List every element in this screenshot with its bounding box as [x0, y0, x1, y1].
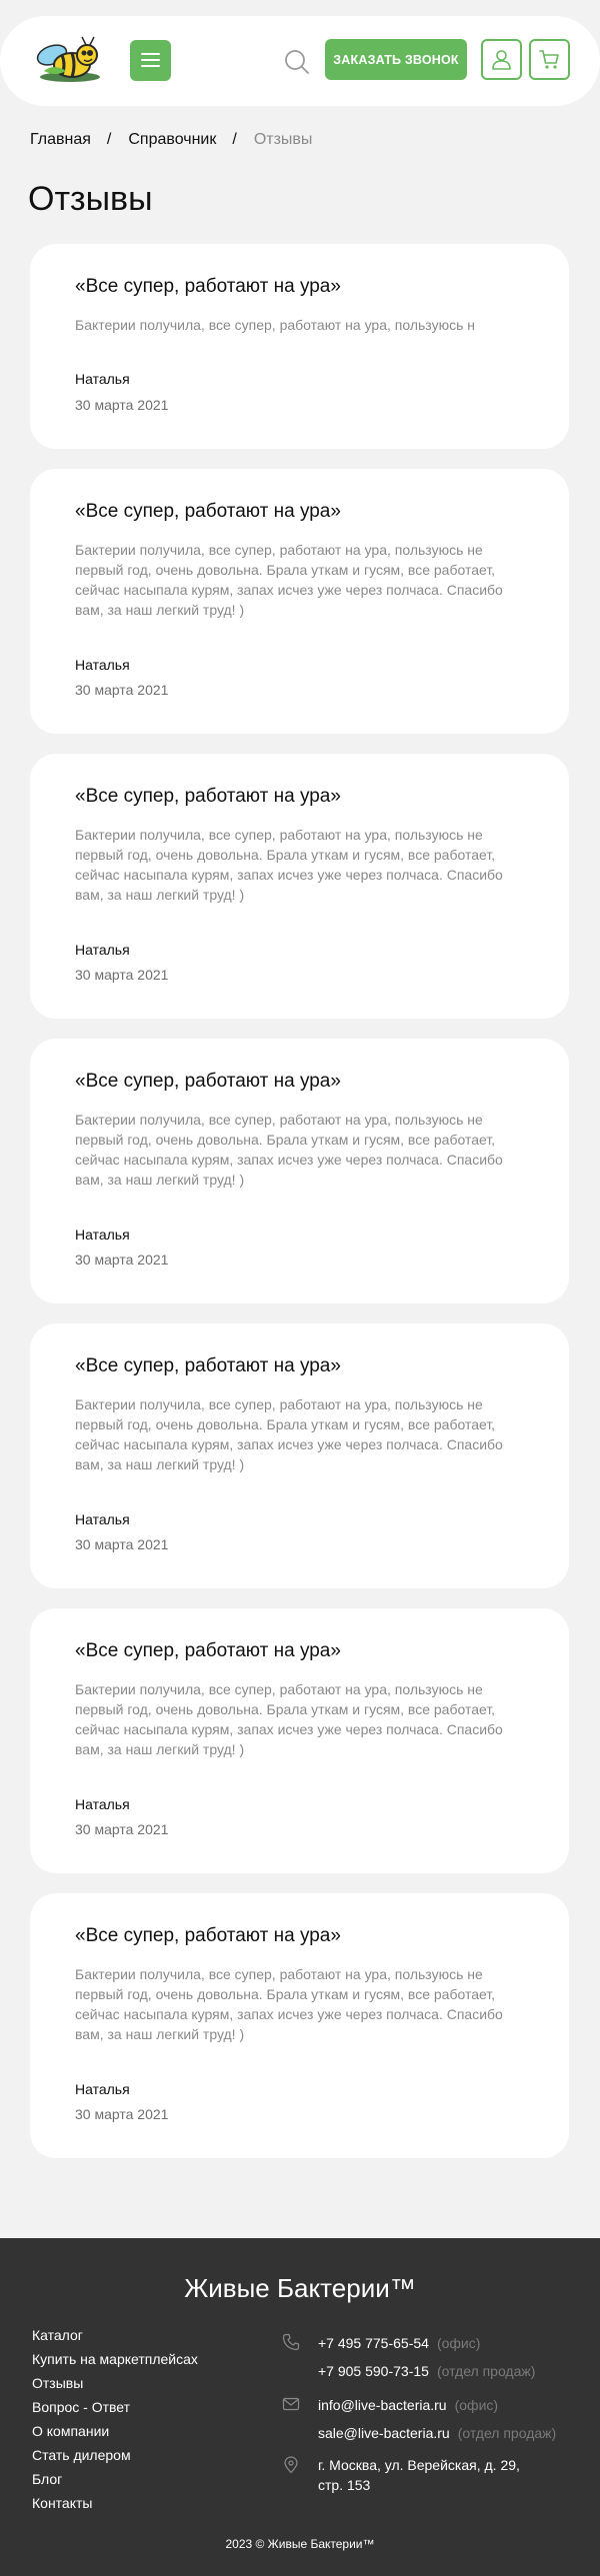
review-author: Наталья [75, 2081, 130, 2097]
footer-link-blog[interactable]: Блог [32, 2467, 198, 2491]
review-title: «Все супер, работают на ура» [75, 786, 341, 807]
footer-link-faq[interactable]: Вопрос - Ответ [32, 2395, 198, 2419]
review-text: Бактерии получила, все супер, работают н… [75, 542, 503, 618]
review-text: Бактерии получила, все супер, работают н… [75, 1966, 503, 2042]
review-author: Наталья [75, 942, 130, 958]
footer-link-catalog[interactable]: Каталог [32, 2323, 198, 2347]
review-text: Бактерии получила, все супер, работают н… [75, 1112, 503, 1188]
footer-link-dealer[interactable]: Стать дилером [32, 2443, 198, 2467]
review-author: Наталья [75, 1796, 130, 1812]
review-title: «Все супер, работают на ура» [75, 1640, 341, 1661]
review-date: 30 марта 2021 [75, 1821, 169, 1837]
email-sales[interactable]: sale@live-bacteria.ru [318, 2425, 450, 2441]
review-title: «Все супер, работают на ура» [75, 1355, 341, 1376]
page-title: Отзывы [28, 180, 153, 218]
breadcrumb-separator: / [232, 131, 237, 148]
phone-sales-note: (отдел продаж) [436, 2363, 536, 2379]
review-author: Наталья [75, 1511, 130, 1527]
review-text: Бактерии получила, все супер, работают н… [75, 827, 503, 903]
review-author: Наталья [75, 657, 130, 673]
mail-icon [282, 2397, 300, 2411]
cart-button[interactable] [529, 39, 570, 80]
review-card: «Все супер, работают на ура» Бактерии по… [30, 1608, 569, 1873]
review-title: «Все супер, работают на ура» [75, 1071, 341, 1092]
location-pin-icon [284, 2456, 298, 2474]
hamburger-icon-bar [141, 65, 160, 67]
address-line-1: г. Москва, ул. Верейская, д. 29, [318, 2457, 520, 2473]
review-card: «Все супер, работают на ура» Бактерии по… [30, 1323, 569, 1588]
hamburger-icon [141, 53, 160, 55]
phone-sales[interactable]: +7 905 590-73-15 [318, 2363, 429, 2379]
review-text: Бактерии получила, все супер, работают н… [75, 1396, 503, 1472]
footer-link-marketplaces[interactable]: Купить на маркетплейсах [32, 2347, 198, 2371]
review-date: 30 марта 2021 [75, 682, 169, 698]
breadcrumb-section-link[interactable]: Справочник [128, 131, 216, 149]
cart-icon [539, 50, 559, 69]
email-sales-note: (отдел продаж) [457, 2425, 557, 2441]
review-date: 30 марта 2021 [75, 1252, 169, 1268]
review-title: «Все супер, работают на ура» [75, 501, 341, 522]
bee-logo[interactable] [32, 33, 108, 89]
review-title: «Все супер, работают на ура» [75, 276, 341, 297]
address-line-2: стр. 153 [318, 2477, 371, 2493]
review-card: «Все супер, работают на ура» Бактерии по… [30, 1039, 569, 1303]
phone-office[interactable]: +7 495 775-65-54 [318, 2335, 429, 2351]
copyright: 2023 © Живые Бактерии™ [225, 2537, 375, 2551]
review-date: 30 марта 2021 [75, 2106, 169, 2122]
email-office[interactable]: info@live-bacteria.ru [318, 2397, 447, 2413]
menu-button[interactable] [130, 40, 171, 81]
order-call-button[interactable]: ЗАКАЗАТЬ ЗВОНОК [325, 39, 467, 80]
review-card: «Все супер, работают на ура» Бактерии по… [30, 469, 569, 734]
site-header: ЗАКАЗАТЬ ЗВОНОК [0, 16, 600, 106]
footer-nav: Каталог Купить на маркетплейсах Отзывы В… [32, 2323, 198, 2515]
review-date: 30 марта 2021 [75, 967, 169, 983]
hamburger-icon-bar [141, 59, 160, 61]
account-button[interactable] [481, 39, 522, 80]
review-date: 30 марта 2021 [75, 397, 169, 413]
breadcrumb-separator: / [106, 131, 112, 148]
footer-brand: Живые Бактерии™ [184, 2273, 416, 2303]
footer-link-reviews[interactable]: Отзывы [32, 2371, 198, 2395]
phone-icon [282, 2333, 300, 2351]
footer-link-contacts[interactable]: Контакты [32, 2491, 198, 2515]
phone-office-note: (офис) [436, 2335, 481, 2351]
review-card: «Все супер, работают на ура» Бактерии по… [30, 754, 569, 1019]
review-date: 30 марта 2021 [75, 1536, 169, 1552]
site-footer: Живые Бактерии™ Каталог Купить на маркет… [0, 2238, 600, 2576]
footer-link-about[interactable]: О компании [32, 2419, 198, 2443]
review-card: «Все супер, работают на ура» Бактерии по… [30, 1893, 569, 2158]
search-icon[interactable] [284, 49, 310, 75]
review-text: Бактерии получила, все супер, работают н… [75, 1681, 503, 1757]
review-author: Наталья [75, 371, 130, 387]
email-office-note: (офис) [454, 2397, 499, 2413]
review-author: Наталья [75, 1227, 130, 1243]
user-icon [492, 50, 511, 70]
review-card: «Все супер, работают на ура» Бактерии по… [30, 244, 569, 449]
review-title: «Все супер, работают на ура» [75, 1925, 341, 1946]
breadcrumb: Главная / Справочник / Отзывы [30, 131, 312, 149]
breadcrumb-current: Отзывы [253, 131, 313, 148]
review-text: Бактерии получила, все супер, работают н… [75, 317, 475, 333]
breadcrumb-home-link[interactable]: Главная [30, 131, 91, 149]
